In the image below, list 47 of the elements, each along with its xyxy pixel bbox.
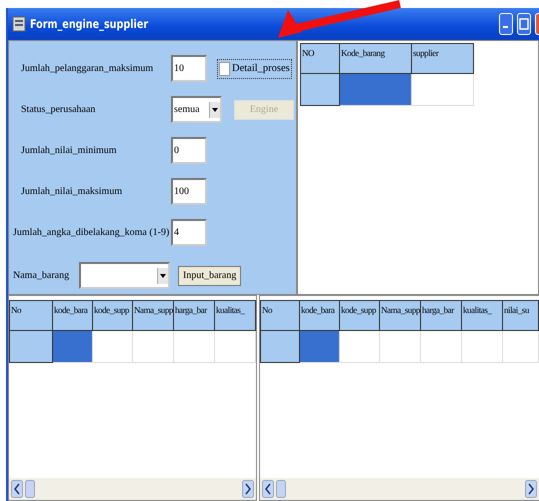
- field-label: Status_perusahaan: [20, 104, 96, 115]
- detail-checkbox[interactable]: Detail_proses: [217, 58, 292, 78]
- field-label: Jumlah_nilai_maksimum: [20, 186, 124, 197]
- column-header[interactable]: kode_bara: [53, 300, 93, 331]
- minimize-button[interactable]: [499, 13, 513, 35]
- scroll-left-icon[interactable]: [262, 480, 274, 498]
- input-barang-button[interactable]: Input_barang: [178, 266, 242, 286]
- table-cell[interactable]: [260, 331, 300, 363]
- column-header[interactable]: supplier: [412, 43, 474, 74]
- table-cell[interactable]: [300, 74, 340, 106]
- column-header[interactable]: kualitas_: [462, 300, 503, 331]
- column-header[interactable]: kode_bara: [300, 300, 340, 331]
- horizontal-scrollbar[interactable]: [9, 478, 256, 500]
- maximize-icon[interactable]: [519, 18, 529, 30]
- field-label: Jumlah_angka_dibelakang_koma (1-9): [12, 227, 170, 238]
- horizontal-scrollbar[interactable]: [260, 478, 539, 500]
- scroll-right-icon[interactable]: [525, 480, 537, 498]
- table-cell[interactable]: [9, 331, 53, 363]
- column-header[interactable]: harga_bar: [174, 300, 215, 331]
- dropdown[interactable]: [79, 262, 170, 289]
- column-header[interactable]: kode_supp: [340, 300, 380, 331]
- scroll-thumb-icon[interactable]: [25, 480, 35, 498]
- scroll-thumb-icon[interactable]: [276, 480, 286, 498]
- dropdown[interactable]: semua: [171, 96, 222, 123]
- close-button[interactable]: [535, 13, 539, 35]
- column-header[interactable]: Nama_supp: [380, 300, 421, 331]
- field-label: Jumlah_nilai_minimum: [20, 145, 118, 156]
- column-header[interactable]: harga_bar: [421, 300, 462, 331]
- column-header[interactable]: No: [260, 300, 300, 331]
- input-field[interactable]: 10: [171, 55, 207, 82]
- window-title: Form_engine_supplier: [30, 17, 148, 31]
- column-header[interactable]: Kode_barang: [340, 43, 412, 74]
- field-label: Jumlah_pelanggaran_maksimum: [20, 63, 154, 74]
- input-field[interactable]: 4: [171, 219, 207, 246]
- input-field[interactable]: 100: [171, 178, 207, 205]
- column-header[interactable]: No: [9, 300, 53, 331]
- column-header[interactable]: kualitas_: [215, 300, 256, 331]
- column-header[interactable]: nilai_su: [503, 300, 539, 331]
- column-header[interactable]: NO: [300, 43, 340, 74]
- column-header[interactable]: kode_supp: [93, 300, 133, 331]
- maximize-button[interactable]: [517, 13, 531, 35]
- column-header[interactable]: Nama_supp: [133, 300, 174, 331]
- field-label: Nama_barang: [12, 270, 70, 281]
- scroll-right-icon[interactable]: [242, 480, 254, 498]
- input-field[interactable]: 0: [171, 137, 207, 164]
- scroll-left-icon[interactable]: [11, 480, 23, 498]
- form-icon: [12, 16, 26, 32]
